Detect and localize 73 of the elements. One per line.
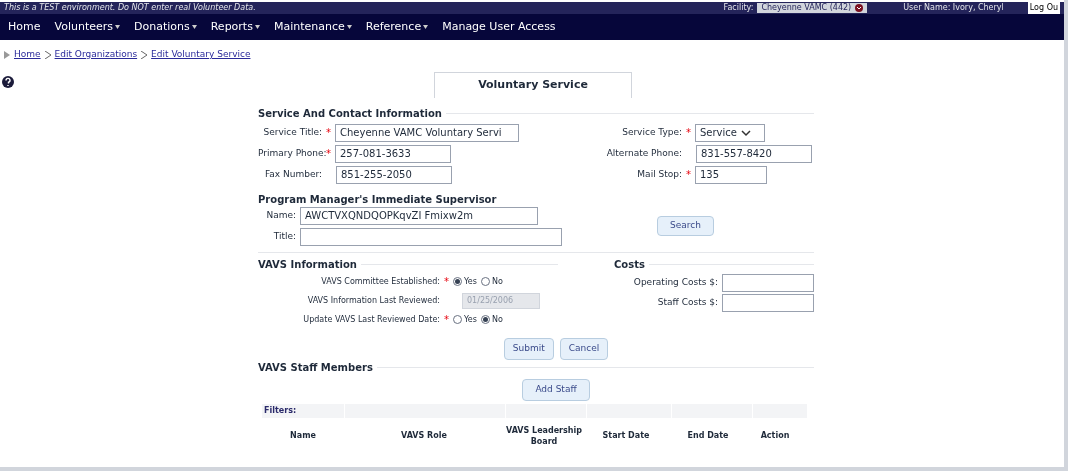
breadcrumb-separator-icon bbox=[141, 50, 148, 59]
field-label: Service Type: bbox=[621, 125, 682, 139]
nav-menu-item[interactable]: Maintenance bbox=[273, 18, 352, 36]
column-header: Name bbox=[289, 430, 317, 441]
required-mark: * bbox=[326, 147, 331, 161]
cost-field[interactable] bbox=[722, 273, 814, 292]
text-field[interactable]: 257-081-3633 bbox=[335, 144, 451, 163]
breadcrumb-link[interactable]: Home bbox=[14, 48, 41, 62]
field-label: Alternate Phone: bbox=[605, 146, 682, 160]
section-title: Service And Contact Information bbox=[258, 106, 442, 121]
text-field[interactable]: 831-557-8420 bbox=[696, 144, 812, 163]
tab[interactable]: Voluntary Service bbox=[434, 71, 632, 98]
service-type-select[interactable]: Service bbox=[695, 123, 765, 142]
required-mark: * bbox=[444, 313, 449, 327]
radio-button[interactable] bbox=[480, 315, 490, 324]
required-mark: * bbox=[444, 275, 449, 289]
text-field[interactable] bbox=[300, 227, 562, 246]
section-title: VAVS Staff Members bbox=[258, 360, 373, 375]
form-button[interactable]: Submit bbox=[503, 337, 554, 360]
column-header: VAVS Leadership Board bbox=[505, 424, 583, 447]
cost-field[interactable] bbox=[722, 293, 814, 312]
section-title: Program Manager's Immediate Supervisor bbox=[258, 193, 497, 205]
radio-label: No bbox=[491, 275, 503, 288]
field-label: Update VAVS Last Reviewed Date: bbox=[302, 313, 440, 326]
radio-button[interactable] bbox=[453, 315, 462, 324]
radio-label: Yes bbox=[464, 313, 477, 326]
radio-label: No bbox=[491, 313, 503, 326]
dropdown-icon bbox=[855, 4, 864, 12]
column-header: Start Date bbox=[601, 430, 651, 441]
field-label: Staff Costs $: bbox=[657, 295, 718, 309]
nav-menu-item[interactable]: Home bbox=[8, 18, 41, 36]
text-field[interactable]: 851-255-2050 bbox=[336, 165, 452, 184]
column-header: VAVS Role bbox=[400, 430, 448, 441]
text-field[interactable]: Cheyenne VAMC Voluntary Servi bbox=[335, 123, 519, 142]
nav-menu-item[interactable]: Manage User Access bbox=[442, 18, 556, 36]
column-header: Action bbox=[759, 430, 791, 441]
breadcrumb-link[interactable]: Edit Voluntary Service bbox=[151, 48, 251, 62]
column-header: End Date bbox=[686, 430, 730, 441]
radio-button[interactable] bbox=[453, 277, 462, 286]
radio-label: Yes bbox=[464, 275, 477, 288]
section-title: Costs bbox=[614, 257, 645, 272]
field-label: Service Title: bbox=[262, 125, 322, 139]
search-button[interactable]: Search bbox=[657, 216, 714, 236]
field-label: Fax Number: bbox=[263, 167, 322, 181]
add-staff-button[interactable]: Add Staff bbox=[522, 378, 590, 401]
required-mark: * bbox=[686, 168, 691, 182]
environment-notice: This is a TEST environment. Do NOT enter real Volunteer Data. bbox=[4, 2, 256, 14]
field-label: Mail Stop: bbox=[636, 167, 682, 181]
field-label: VAVS Committee Established: bbox=[320, 275, 440, 288]
field-label: VAVS Information Last Reviewed: bbox=[306, 294, 440, 307]
nav-menu-item[interactable]: Volunteers bbox=[54, 18, 120, 36]
logout-link[interactable]: Log Ou bbox=[1027, 2, 1060, 14]
nav-menu-item[interactable]: Donations bbox=[134, 18, 197, 36]
radio-button[interactable] bbox=[480, 277, 490, 286]
breadcrumb-link[interactable]: Edit Organizations bbox=[54, 48, 138, 62]
filters-label: Filters: bbox=[264, 404, 297, 417]
section-title: VAVS Information bbox=[258, 257, 357, 272]
nav-menu-item[interactable]: Reports bbox=[210, 18, 260, 36]
required-mark: * bbox=[686, 126, 691, 140]
field-label: Title: bbox=[272, 229, 296, 243]
field-label: Name: bbox=[265, 208, 296, 222]
form-button[interactable]: Cancel bbox=[559, 337, 609, 360]
text-field[interactable]: AWCTVXQNDQOPKqvZI Fmixw2m bbox=[300, 206, 538, 225]
text-field[interactable]: 135 bbox=[695, 165, 767, 184]
facility-label: Facility: bbox=[723, 2, 754, 14]
nav-menu-item[interactable]: Reference bbox=[365, 18, 429, 36]
required-mark: * bbox=[326, 126, 331, 140]
breadcrumb-separator-icon bbox=[44, 50, 51, 59]
field-label: Operating Costs $: bbox=[633, 275, 718, 289]
breadcrumb-icon bbox=[4, 50, 10, 59]
user-name: User Name: Ivory, Cheryl bbox=[903, 2, 1004, 14]
chevron-down-icon bbox=[740, 128, 751, 137]
facility-select[interactable]: Cheyenne VAMC (442) bbox=[757, 3, 868, 13]
